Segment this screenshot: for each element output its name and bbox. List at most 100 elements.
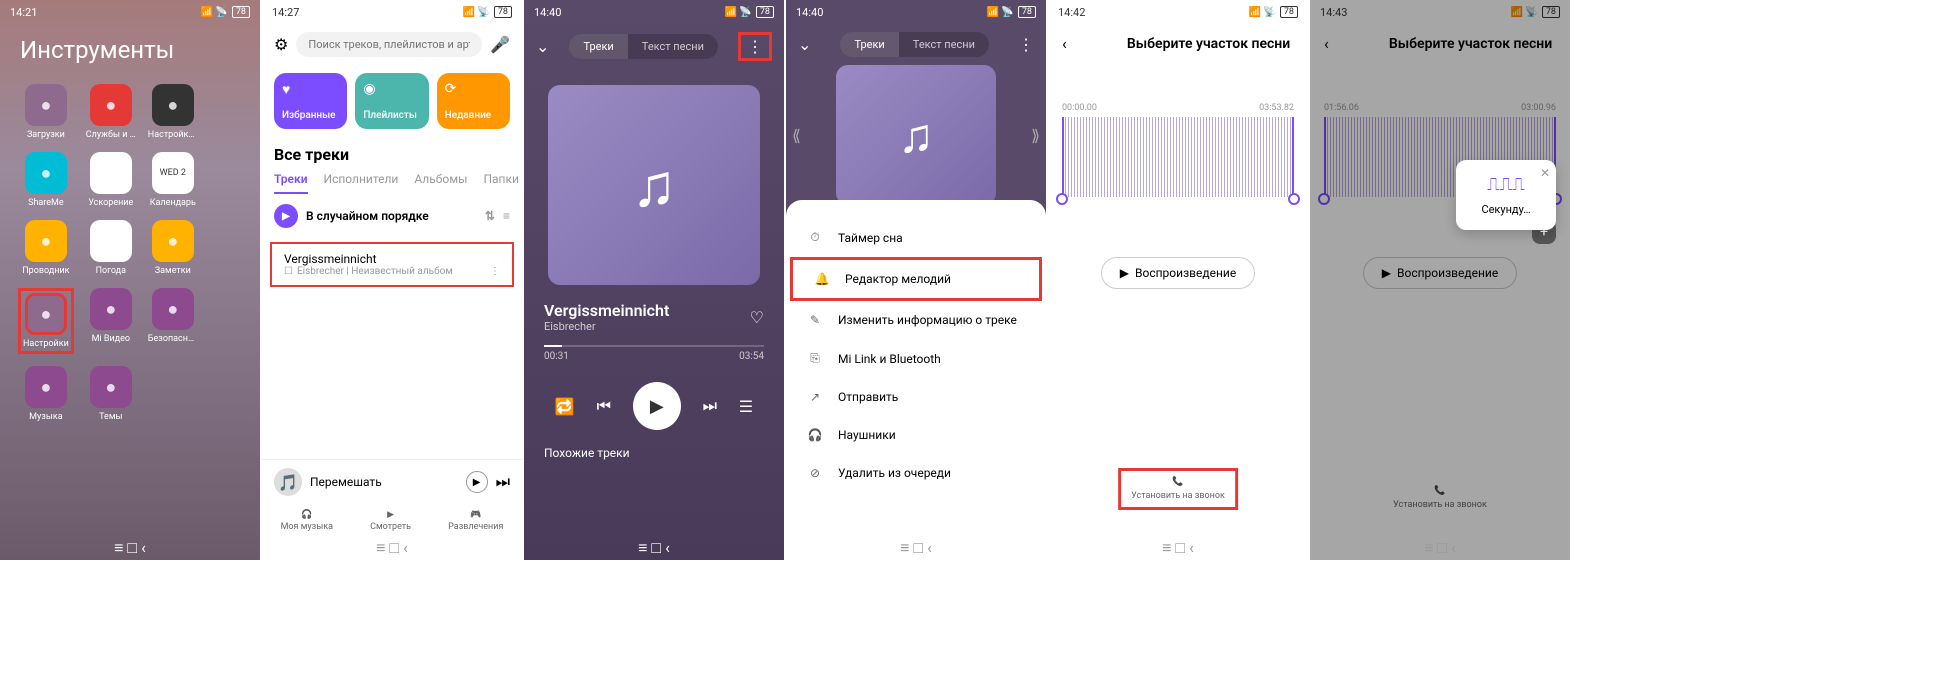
play-icon[interactable]: ▶ (466, 471, 488, 493)
time-current: 00:31 (544, 351, 569, 362)
app-Музыка[interactable]: ●Музыка (18, 366, 74, 422)
segment: Треки Текст песни (569, 34, 717, 59)
card-row: ♥Избранные◉Плейлисты⟳Недавние (262, 65, 522, 137)
list-icon[interactable]: ≡ (503, 209, 510, 223)
tab-tracks[interactable]: Треки (840, 32, 898, 57)
app-ShareMe[interactable]: ●ShareMe (18, 152, 74, 208)
time-total: 03:54 (739, 351, 764, 362)
track-sub: ☐ Eisbrecher | Неизвестный альбом⋮ (284, 266, 500, 277)
card-Избранные[interactable]: ♥Избранные (274, 73, 347, 129)
queue-icon[interactable]: ☰ (739, 397, 753, 416)
chevron-down-icon[interactable]: ⌄ (798, 35, 811, 54)
app-grid: ●Загрузки●Службы и обратная св...●Настро… (0, 84, 260, 422)
progress[interactable]: 00:31 03:54 (524, 333, 784, 374)
tab-Папки[interactable]: Папки (483, 172, 518, 194)
more-icon[interactable]: ⋮ (1018, 35, 1034, 54)
share-icon: ↗ (806, 390, 824, 404)
heart-icon[interactable]: ♡ (750, 308, 764, 327)
app-Темы[interactable]: ●Темы (86, 366, 136, 422)
menu-trash[interactable]: ⊘Удалить из очереди (786, 454, 1046, 492)
status-icons: 📶 📡 78 (200, 6, 250, 18)
menu-edit[interactable]: ✎Изменить информацию о треке (786, 301, 1046, 339)
menu-headphone[interactable]: 🎧Наушники (786, 416, 1046, 454)
nav-Смотреть[interactable]: ▶Смотреть (370, 510, 411, 532)
app-Загрузки[interactable]: ●Загрузки (18, 84, 74, 140)
app-Mi Видео[interactable]: ●Mi Видео (86, 288, 136, 354)
clock: 14:40 (796, 6, 823, 19)
prev-arrow-icon[interactable]: ⟪ (792, 126, 801, 145)
editor-header: ‹ Выберите участок песни (1048, 24, 1308, 63)
clock: 14:21 (10, 6, 37, 19)
screen-menu: 14:40 📶 📡 78 ⌄ Треки Текст песни ⋮ ⟪ ♫ ⟫… (786, 0, 1046, 560)
dots-icon[interactable]: ⋮ (490, 266, 500, 277)
handle-right[interactable] (1288, 193, 1300, 205)
sys-nav: ≡ □ ‹ (262, 536, 522, 560)
player-top: ⌄ Треки Текст песни ⋮ (524, 24, 784, 69)
app-Заметки[interactable]: ●Заметки (148, 220, 198, 276)
waveform[interactable]: 00:00.0003:53.82 (1062, 103, 1294, 197)
shuffle-row[interactable]: ▶ В случайном порядке ⇅ ≡ (262, 194, 522, 238)
play-button[interactable]: ▶ (633, 382, 681, 430)
menu-bell[interactable]: 🔔Редактор мелодий (790, 257, 1042, 301)
repeat-icon[interactable]: 🔁 (555, 397, 575, 416)
prev-icon[interactable]: ⏮ (597, 396, 611, 416)
app-Календарь[interactable]: WED 2Календарь (148, 152, 198, 208)
phone-icon: 📞 (1172, 477, 1183, 487)
clock: 14:42 (1058, 6, 1085, 19)
sort-icon[interactable]: ⇅ (485, 209, 495, 223)
mini-player[interactable]: 🎵 Перемешать ▶ ⏭ (262, 459, 522, 504)
album-art: ♫ (548, 85, 760, 285)
nav-Развлечения[interactable]: 🎮Развлечения (448, 510, 503, 532)
app-Настройки[interactable]: ●Настройки (18, 288, 74, 354)
folder-title: Инструменты (0, 24, 260, 84)
album-thumb-icon: 🎵 (274, 468, 302, 496)
tab-tracks[interactable]: Треки (569, 34, 627, 59)
status-icons: 📶 📡 78 (1248, 6, 1298, 18)
screen-music-list: 14:27 📶 📡 78 ⚙ 🎤 ♥Избранные◉Плейлисты⟳Не… (262, 0, 522, 560)
track-info: Vergissmeinnicht Eisbrecher ♡ (524, 301, 784, 333)
track-item[interactable]: Vergissmeinnicht ☐ Eisbrecher | Неизвест… (270, 242, 514, 287)
next-icon[interactable]: ⏭ (496, 472, 510, 492)
filter-icon[interactable]: ⚙ (274, 35, 288, 54)
status-bar: 14:27 📶 📡 78 (262, 0, 522, 24)
tab-lyrics[interactable]: Текст песни (628, 34, 718, 59)
play-preview-button[interactable]: ▶ Воспроизведение (1101, 257, 1255, 289)
app-Настройки рабочего ст...[interactable]: ●Настройки рабочего ст... (148, 84, 198, 140)
tab-Треки[interactable]: Треки (274, 172, 308, 194)
time-end: 03:53.82 (1259, 103, 1294, 113)
status-bar: 14:40 📶 📡 78 (524, 0, 784, 24)
back-icon[interactable]: ‹ (1062, 34, 1067, 53)
menu-link[interactable]: ⎘Mi Link и Bluetooth (786, 339, 1046, 378)
trash-icon: ⊘ (806, 466, 824, 480)
card-Плейлисты[interactable]: ◉Плейлисты (355, 73, 428, 129)
link-icon: ⎘ (806, 351, 824, 366)
app-Безопасность[interactable]: ●Безопасность (148, 288, 198, 354)
app-Ускорение[interactable]: ●Ускорение (86, 152, 136, 208)
menu-share[interactable]: ↗Отправить (786, 378, 1046, 416)
next-arrow-icon[interactable]: ⟫ (1031, 126, 1040, 145)
status-bar: 14:21 📶 📡 78 (0, 0, 260, 24)
app-Службы и обратная св...[interactable]: ●Службы и обратная св... (86, 84, 136, 140)
set-ringtone-button[interactable]: 📞 Установить на звонок (1118, 468, 1238, 510)
handle-left[interactable] (1056, 193, 1068, 205)
card-Недавние[interactable]: ⟳Недавние (437, 73, 510, 129)
app-Погода[interactable]: ●Погода (86, 220, 136, 276)
tab-Исполнители[interactable]: Исполнители (324, 172, 399, 194)
status-bar: 14:42 📶 📡 78 (1048, 0, 1308, 24)
next-icon[interactable]: ⏭ (703, 396, 717, 416)
tab-Альбомы[interactable]: Альбомы (414, 172, 467, 194)
screen-editor: 14:42 📶 📡 78 ‹ Выберите участок песни 00… (1048, 0, 1308, 560)
app-Проводник[interactable]: ●Проводник (18, 220, 74, 276)
close-icon[interactable]: ✕ (1540, 166, 1550, 180)
sys-nav: ≡ □ ‹ (1048, 536, 1308, 560)
mic-icon[interactable]: 🎤 (490, 35, 510, 54)
menu-timer[interactable]: ⏱Таймер сна (786, 218, 1046, 257)
sys-nav: ≡ □ ‹ (0, 536, 260, 560)
search-input[interactable] (296, 32, 482, 57)
nav-Моя музыка[interactable]: 🎧Моя музыка (281, 510, 333, 532)
bell-icon: 🔔 (813, 272, 831, 286)
track-title: Vergissmeinnicht (544, 301, 669, 320)
tab-lyrics[interactable]: Текст песни (899, 32, 989, 57)
chevron-down-icon[interactable]: ⌄ (536, 37, 549, 56)
more-icon[interactable]: ⋮ (738, 32, 772, 61)
